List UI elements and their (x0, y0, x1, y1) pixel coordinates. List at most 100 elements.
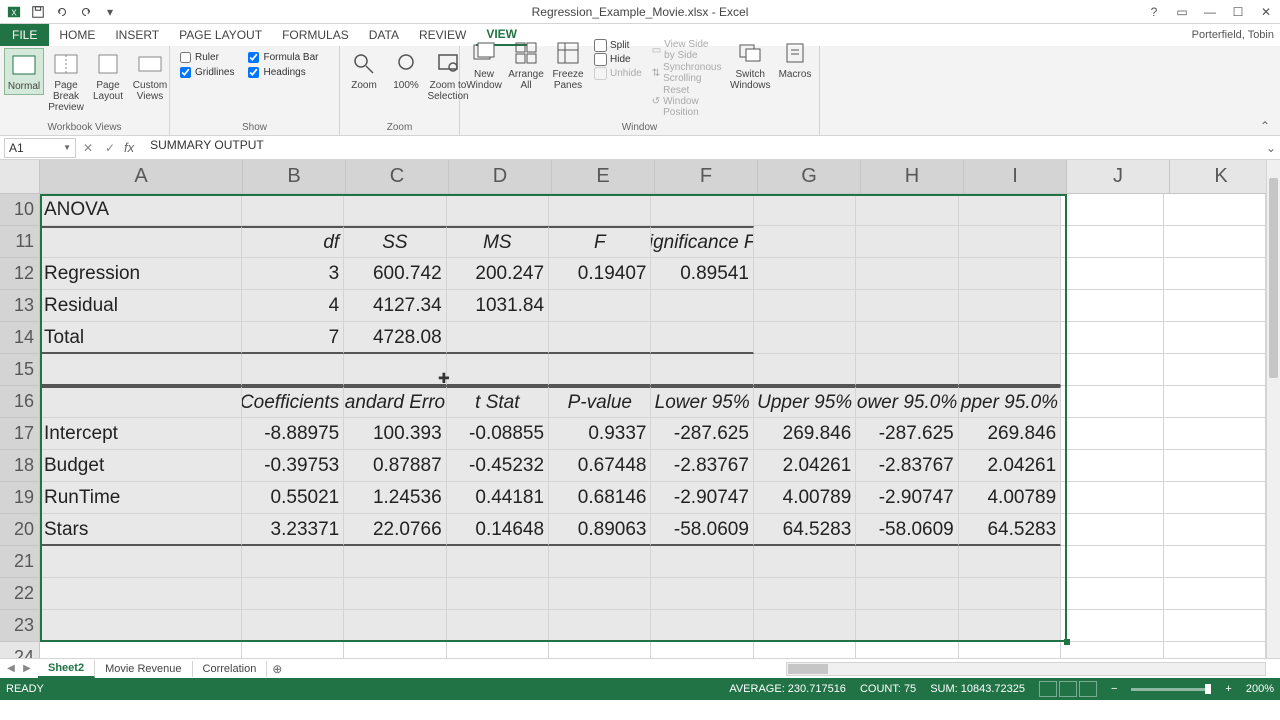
cell-I15[interactable] (959, 354, 1061, 386)
cell-K18[interactable] (1164, 450, 1266, 482)
cell-G21[interactable] (754, 546, 856, 578)
cell-E12[interactable]: 0.19407 (549, 258, 651, 290)
cell-I22[interactable] (959, 578, 1061, 610)
cell-B13[interactable]: 4 (242, 290, 344, 322)
cell-K22[interactable] (1164, 578, 1266, 610)
cell-K11[interactable] (1164, 226, 1266, 258)
cell-K21[interactable] (1164, 546, 1266, 578)
cell-C24[interactable] (344, 642, 446, 658)
formula-bar-checkbox[interactable] (248, 52, 259, 63)
cell-D16[interactable]: t Stat (447, 386, 549, 418)
cell-B18[interactable]: -0.39753 (242, 450, 344, 482)
cell-C14[interactable]: 4728.08 (344, 322, 446, 354)
headings-checkbox[interactable] (248, 67, 259, 78)
cell-A20[interactable]: Stars (40, 514, 242, 546)
select-all-corner[interactable] (0, 160, 40, 194)
cell-D21[interactable] (447, 546, 549, 578)
cell-H14[interactable] (856, 322, 958, 354)
cell-A16[interactable] (40, 386, 242, 418)
macros-button[interactable]: Macros (775, 37, 815, 82)
gridlines-checkbox[interactable] (180, 67, 191, 78)
cell-C16[interactable]: andard Erro (344, 386, 446, 418)
maximize-icon[interactable]: ☐ (1224, 2, 1252, 22)
cell-J23[interactable] (1061, 610, 1163, 642)
cell-G24[interactable] (754, 642, 856, 658)
user-name[interactable]: Porterfield, Tobin (1192, 29, 1274, 41)
col-header-J[interactable]: J (1067, 160, 1170, 194)
cell-F16[interactable]: Lower 95% (651, 386, 753, 418)
col-header-A[interactable]: A (40, 160, 243, 194)
sheet-tab-correlation[interactable]: Correlation (193, 661, 268, 677)
fx-icon[interactable]: fx (124, 140, 140, 155)
cell-D24[interactable] (447, 642, 549, 658)
cell-K17[interactable] (1164, 418, 1266, 450)
row-header-15[interactable]: 15 (0, 354, 40, 386)
cell-F17[interactable]: -287.625 (651, 418, 753, 450)
cell-C15[interactable] (344, 354, 446, 386)
row-header-12[interactable]: 12 (0, 258, 40, 290)
cell-D23[interactable] (447, 610, 549, 642)
cell-E22[interactable] (549, 578, 651, 610)
cell-H22[interactable] (856, 578, 958, 610)
cell-J12[interactable] (1061, 258, 1163, 290)
cell-D15[interactable] (447, 354, 549, 386)
cell-I14[interactable] (959, 322, 1061, 354)
cell-I10[interactable] (959, 194, 1061, 226)
cell-F24[interactable] (651, 642, 753, 658)
cell-F18[interactable]: -2.83767 (651, 450, 753, 482)
cell-B15[interactable] (242, 354, 344, 386)
normal-view-button[interactable]: Normal (4, 48, 44, 95)
cell-C19[interactable]: 1.24536 (344, 482, 446, 514)
cell-K14[interactable] (1164, 322, 1266, 354)
sheet-next-icon[interactable]: ▶ (20, 662, 34, 676)
unhide-button[interactable]: Unhide (594, 67, 642, 80)
cell-H20[interactable]: -58.0609 (856, 514, 958, 546)
cell-A21[interactable] (40, 546, 242, 578)
cell-F14[interactable] (651, 322, 753, 354)
row-headers[interactable]: 101112131415161718192021222324 (0, 194, 40, 674)
hide-button[interactable]: Hide (594, 53, 642, 66)
row-header-22[interactable]: 22 (0, 578, 40, 610)
cell-A14[interactable]: Total (40, 322, 242, 354)
cell-J14[interactable] (1061, 322, 1163, 354)
cell-G20[interactable]: 64.5283 (754, 514, 856, 546)
tab-page-layout[interactable]: PAGE LAYOUT (169, 24, 272, 46)
view-normal-icon[interactable] (1039, 681, 1057, 697)
cell-D22[interactable] (447, 578, 549, 610)
cell-E14[interactable] (549, 322, 651, 354)
cell-E21[interactable] (549, 546, 651, 578)
cell-C18[interactable]: 0.87887 (344, 450, 446, 482)
cell-G13[interactable] (754, 290, 856, 322)
fill-handle[interactable] (1064, 639, 1070, 645)
cell-E10[interactable] (549, 194, 651, 226)
vertical-scrollbar[interactable] (1266, 160, 1280, 658)
cell-H11[interactable] (856, 226, 958, 258)
row-header-21[interactable]: 21 (0, 546, 40, 578)
cell-A13[interactable]: Residual (40, 290, 242, 322)
sheet-tab-sheet2[interactable]: Sheet2 (38, 660, 95, 678)
cell-G19[interactable]: 4.00789 (754, 482, 856, 514)
cell-F10[interactable] (651, 194, 753, 226)
cell-B14[interactable]: 7 (242, 322, 344, 354)
cell-G15[interactable] (754, 354, 856, 386)
sheet-prev-icon[interactable]: ◀ (4, 662, 18, 676)
cell-G18[interactable]: 2.04261 (754, 450, 856, 482)
cell-H16[interactable]: ower 95.0% (856, 386, 958, 418)
enter-icon[interactable]: ✓ (102, 140, 118, 156)
row-header-23[interactable]: 23 (0, 610, 40, 642)
cell-D18[interactable]: -0.45232 (447, 450, 549, 482)
row-header-19[interactable]: 19 (0, 482, 40, 514)
cell-I21[interactable] (959, 546, 1061, 578)
close-icon[interactable]: ✕ (1252, 2, 1280, 22)
cell-B23[interactable] (242, 610, 344, 642)
add-sheet-icon[interactable]: ⊕ (267, 662, 287, 676)
tab-formulas[interactable]: FORMULAS (272, 24, 359, 46)
cell-A18[interactable]: Budget (40, 450, 242, 482)
cell-J17[interactable] (1061, 418, 1163, 450)
row-header-20[interactable]: 20 (0, 514, 40, 546)
cell-A24[interactable] (40, 642, 242, 658)
cell-B24[interactable] (242, 642, 344, 658)
cell-F23[interactable] (651, 610, 753, 642)
cell-H17[interactable]: -287.625 (856, 418, 958, 450)
cell-E11[interactable]: F (549, 226, 651, 258)
